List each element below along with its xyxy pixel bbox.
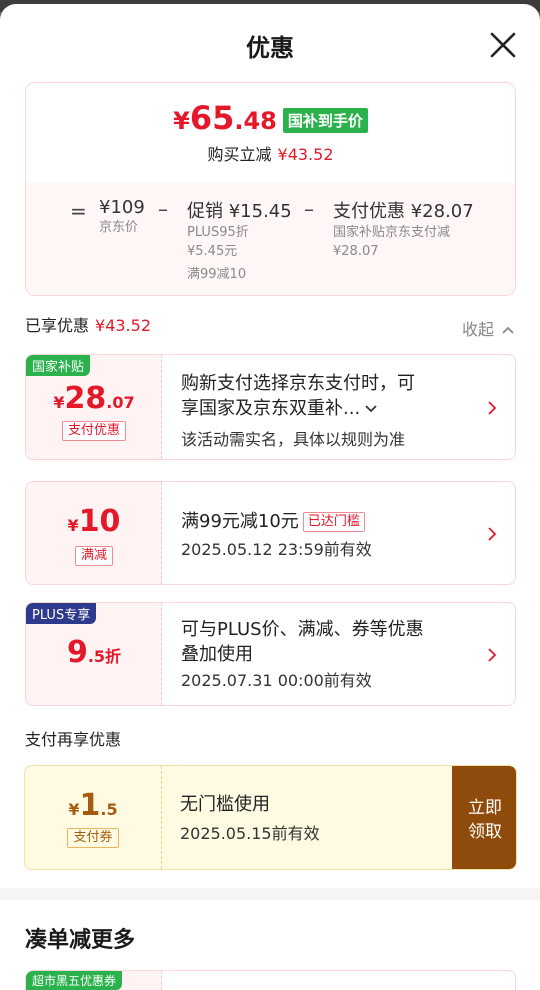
final-price-row: ¥65.48 国补到手价 — [26, 99, 515, 137]
chevron-right-icon — [488, 648, 497, 662]
discount-description: 满99元减10元 已达门槛 — [181, 509, 365, 534]
discount-type-pill: 满减 — [26, 544, 162, 566]
enjoyed-discount: 已享优惠 ¥43.52 — [25, 312, 151, 336]
chevron-right-icon — [488, 527, 497, 541]
promo-column: 促销 ¥15.45 PLUS95折 ¥5.45元 满99减10 — [187, 197, 292, 284]
discount-card-national-subsidy[interactable]: 国家补贴 ¥28.07 支付优惠 购新支付选择京东支付时，可 享国家及京东双重补… — [25, 354, 516, 460]
instant-discount-amount: ¥43.52 — [277, 145, 334, 164]
discount-description-line1: 满99元减10元 — [181, 511, 299, 532]
jd-price-label: 京东价 — [99, 220, 139, 235]
coupon-type-pill: 支付券 — [25, 826, 161, 848]
payment-discount-amount: ¥28.07 — [333, 244, 379, 259]
instant-discount-row: 购买立减 ¥43.52 — [26, 141, 515, 165]
jd-price: ¥109 — [99, 197, 145, 218]
payment-discount-total: 支付优惠 ¥28.07 — [333, 201, 474, 222]
discount-sheet: 优惠 ¥65.48 国补到手价 购买立减 ¥43.52 = ¥109 京东价 – 促… — [0, 4, 540, 990]
coupon-condition: 无门槛使用 — [180, 794, 270, 815]
discount-type-pill: 支付优惠 — [26, 419, 162, 441]
chevron-up-icon — [502, 326, 514, 334]
payment-discount-detail: 国家补贴京东支付减 — [333, 225, 451, 240]
jd-price-column: ¥109 京东价 — [99, 197, 145, 237]
promo-detail-full-reduction: 满99减10 — [187, 267, 247, 282]
enjoyed-discount-amount: ¥43.52 — [95, 316, 151, 335]
collapse-toggle[interactable]: 收起 — [462, 316, 515, 340]
plus-exclusive-badge: PLUS专享 — [26, 603, 97, 624]
collapse-label: 收起 — [462, 320, 495, 339]
promo-detail-plus: PLUS95折 — [187, 225, 249, 240]
supermarket-coupon-badge: 超市黑五优惠券 — [26, 971, 123, 990]
payment-discount-column: 支付优惠 ¥28.07 国家补贴京东支付减 ¥28.07 — [333, 197, 474, 261]
promo-detail-plus-amount: ¥5.45元 — [187, 244, 238, 259]
threshold-reached-tag: 已达门槛 — [302, 512, 365, 532]
more-deals-card[interactable]: 超市黑五优惠券 — [25, 970, 516, 990]
equals-sign: = — [70, 199, 87, 223]
discount-description: 购新支付选择京东支付时，可 享国家及京东双重补... — [181, 371, 415, 421]
claim-button-line1: 立即 — [468, 798, 502, 818]
discount-description: 可与PLUS价、满减、券等优惠 叠加使用 — [181, 617, 424, 667]
enjoyed-discount-label: 已享优惠 — [25, 316, 90, 335]
chevron-down-icon — [365, 405, 377, 413]
discount-amount: 9.5折 — [66, 635, 122, 670]
close-icon[interactable] — [486, 28, 520, 62]
promo-total: 促销 ¥15.45 — [187, 201, 292, 222]
discount-amount: ¥28.07 — [53, 381, 135, 416]
sheet-title: 优惠 — [246, 34, 294, 62]
national-subsidy-price-tag: 国补到手价 — [282, 108, 368, 133]
discount-expiry: 2025.05.12 23:59前有效 — [181, 540, 372, 559]
coupon-amount: ¥1.5 — [68, 788, 118, 823]
price-summary: ¥65.48 国补到手价 购买立减 ¥43.52 = ¥109 京东价 – 促销 ¥… — [25, 82, 516, 296]
discount-description-line1: 购新支付选择京东支付时，可 — [181, 373, 415, 394]
minus-sign: – — [304, 197, 314, 221]
coupon-divider — [161, 766, 162, 869]
instant-discount-label: 购买立减 — [207, 145, 272, 164]
claim-coupon-button[interactable]: 立即 领取 — [452, 766, 516, 869]
minus-sign: – — [158, 197, 168, 221]
discount-card-full-reduction[interactable]: ¥10 满减 满99元减10元 已达门槛 2025.05.12 23:59前有效 — [25, 481, 516, 585]
discount-expiry: 2025.07.31 00:00前有效 — [181, 671, 372, 690]
discount-rule-note: 该活动需实名，具体以规则为准 — [181, 430, 406, 449]
section-divider — [0, 888, 540, 900]
discount-description-line2: 叠加使用 — [181, 644, 253, 665]
coupon-expiry: 2025.05.15前有效 — [180, 824, 320, 843]
discount-description-line1: 可与PLUS价、满减、券等优惠 — [181, 619, 424, 640]
payment-extra-discount-label: 支付再享优惠 — [25, 730, 122, 749]
national-subsidy-badge: 国家补贴 — [26, 355, 91, 376]
claim-button-line2: 领取 — [468, 822, 502, 842]
payment-coupon-card: ¥1.5 支付券 无门槛使用 2025.05.15前有效 立即 领取 — [24, 765, 517, 870]
final-price: ¥65.48 — [173, 99, 277, 137]
discount-amount: ¥10 — [67, 504, 121, 539]
chevron-right-icon — [488, 401, 497, 415]
more-deals-title: 凑单减更多 — [25, 928, 136, 953]
discount-card-plus[interactable]: PLUS专享 9.5折 可与PLUS价、满减、券等优惠 叠加使用 2025.07… — [25, 602, 516, 706]
discount-description-line2[interactable]: 享国家及京东双重补... — [181, 396, 415, 421]
